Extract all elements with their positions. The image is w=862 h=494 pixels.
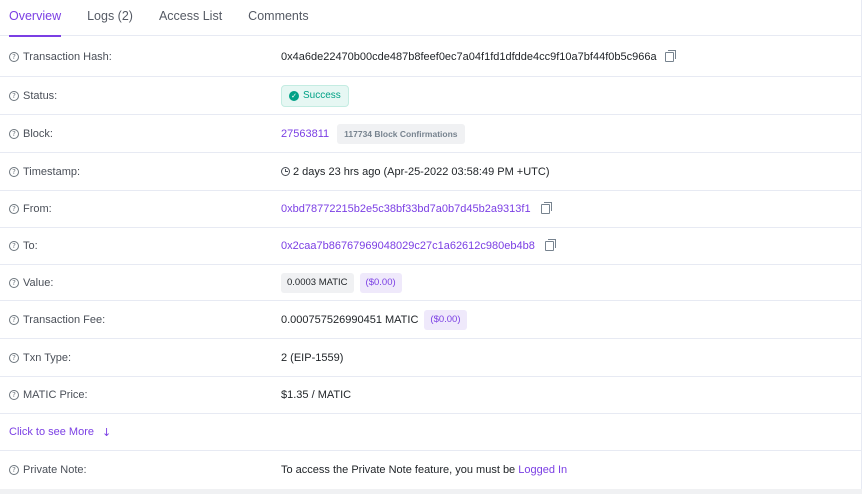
label-private-note: Private Note: bbox=[23, 463, 87, 476]
timestamp-value: 2 days 23 hrs ago (Apr-25-2022 03:58:49 … bbox=[293, 165, 550, 178]
txn-type-value: 2 (EIP-1559) bbox=[281, 351, 344, 364]
row-private-note: ? Private Note: To access the Private Not… bbox=[0, 451, 862, 488]
tab-comments[interactable]: Comments bbox=[248, 0, 308, 36]
tab-overview[interactable]: Overview bbox=[9, 0, 62, 37]
row-see-more: Click to see More ↓ bbox=[0, 414, 862, 451]
row-transaction-hash: ? Transaction Hash: 0x4a6de22470b00cde487… bbox=[0, 38, 862, 77]
label-from: From: bbox=[23, 203, 52, 215]
block-confirmations-badge: 117734 Block Confirmations bbox=[337, 123, 465, 144]
fee-amount: 0.000757526990451 MATIC bbox=[281, 313, 419, 326]
private-note-text: To access the Private Note feature, you … bbox=[281, 463, 519, 476]
row-transaction-fee: ? Transaction Fee: 0.000757526990451 MATI… bbox=[0, 301, 862, 339]
copy-icon[interactable] bbox=[664, 50, 676, 62]
label-timestamp: Timestamp: bbox=[23, 165, 81, 178]
value-usd-badge: ($0.00) bbox=[359, 272, 402, 293]
row-to: ? To: 0x2caa7b86767969048029c27c1a62612c9… bbox=[0, 228, 862, 265]
tab-access-list[interactable]: Access List bbox=[159, 0, 222, 36]
label-to: To: bbox=[23, 240, 38, 252]
help-icon[interactable]: ? bbox=[9, 90, 19, 101]
row-value: ? Value: 0.0003 MATIC ($0.00) bbox=[0, 265, 862, 301]
copy-icon[interactable] bbox=[540, 202, 552, 214]
transaction-details-card: Overview Logs (2) Access List Comments ?… bbox=[0, 0, 862, 489]
help-icon[interactable]: ? bbox=[9, 128, 19, 139]
to-address-link[interactable]: 0x2caa7b86767969048029c27c1a62612c980eb4… bbox=[281, 240, 535, 252]
help-icon[interactable]: ? bbox=[9, 464, 19, 475]
row-from: ? From: 0xbd78772215b2e5c38bf33bd7a0b7d45… bbox=[0, 191, 862, 228]
see-more-link[interactable]: Click to see More ↓ bbox=[9, 426, 111, 439]
status-badge: ✓ Success bbox=[281, 84, 349, 107]
help-icon[interactable]: ? bbox=[9, 52, 19, 62]
arrow-down-icon: ↓ bbox=[101, 425, 112, 439]
row-matic-price: ? MATIC Price: $1.35 / MATIC bbox=[0, 377, 862, 414]
help-icon[interactable]: ? bbox=[9, 352, 19, 363]
value-amount-badge: 0.0003 MATIC bbox=[281, 272, 354, 293]
row-block: ? Block: 27563811 117734 Block Confirmatio… bbox=[0, 115, 862, 153]
label-txn-type: Txn Type: bbox=[23, 351, 72, 364]
matic-price-value: $1.35 / MATIC bbox=[281, 389, 352, 401]
row-txn-type: ? Txn Type: 2 (EIP-1559) bbox=[0, 339, 862, 377]
fee-usd-badge: ($0.00) bbox=[424, 309, 467, 330]
help-icon[interactable]: ? bbox=[9, 390, 19, 400]
label-status: Status: bbox=[23, 89, 58, 102]
row-status: ? Status: ✓ Success bbox=[0, 77, 862, 115]
block-number-link[interactable]: 27563811 bbox=[281, 128, 329, 140]
label-matic-price: MATIC Price: bbox=[23, 389, 88, 401]
label-transaction-fee: Transaction Fee: bbox=[23, 313, 106, 326]
status-text: Success bbox=[303, 90, 341, 101]
tab-logs[interactable]: Logs (2) bbox=[87, 0, 133, 36]
help-icon[interactable]: ? bbox=[9, 314, 19, 325]
logged-in-link[interactable]: Logged In bbox=[518, 464, 567, 476]
copy-icon[interactable] bbox=[544, 239, 556, 251]
from-address-link[interactable]: 0xbd78772215b2e5c38bf33bd7a0b7d45b2a9313… bbox=[281, 203, 531, 215]
tab-bar: Overview Logs (2) Access List Comments bbox=[0, 0, 861, 37]
clock-icon bbox=[281, 167, 290, 176]
transaction-hash-value: 0x4a6de22470b00cde487b8feef0ec7a04f1fd1d… bbox=[281, 51, 657, 63]
row-timestamp: ? Timestamp: 2 days 23 hrs ago (Apr-25-20… bbox=[0, 153, 862, 191]
label-value: Value: bbox=[23, 276, 54, 289]
help-icon[interactable]: ? bbox=[9, 204, 19, 214]
label-transaction-hash: Transaction Hash: bbox=[23, 51, 112, 63]
see-more-text: Click to see More bbox=[9, 426, 94, 438]
help-icon[interactable]: ? bbox=[9, 277, 19, 288]
help-icon[interactable]: ? bbox=[9, 166, 19, 177]
help-icon[interactable]: ? bbox=[9, 241, 19, 251]
check-circle-icon: ✓ bbox=[289, 90, 299, 101]
label-block: Block: bbox=[23, 127, 53, 140]
